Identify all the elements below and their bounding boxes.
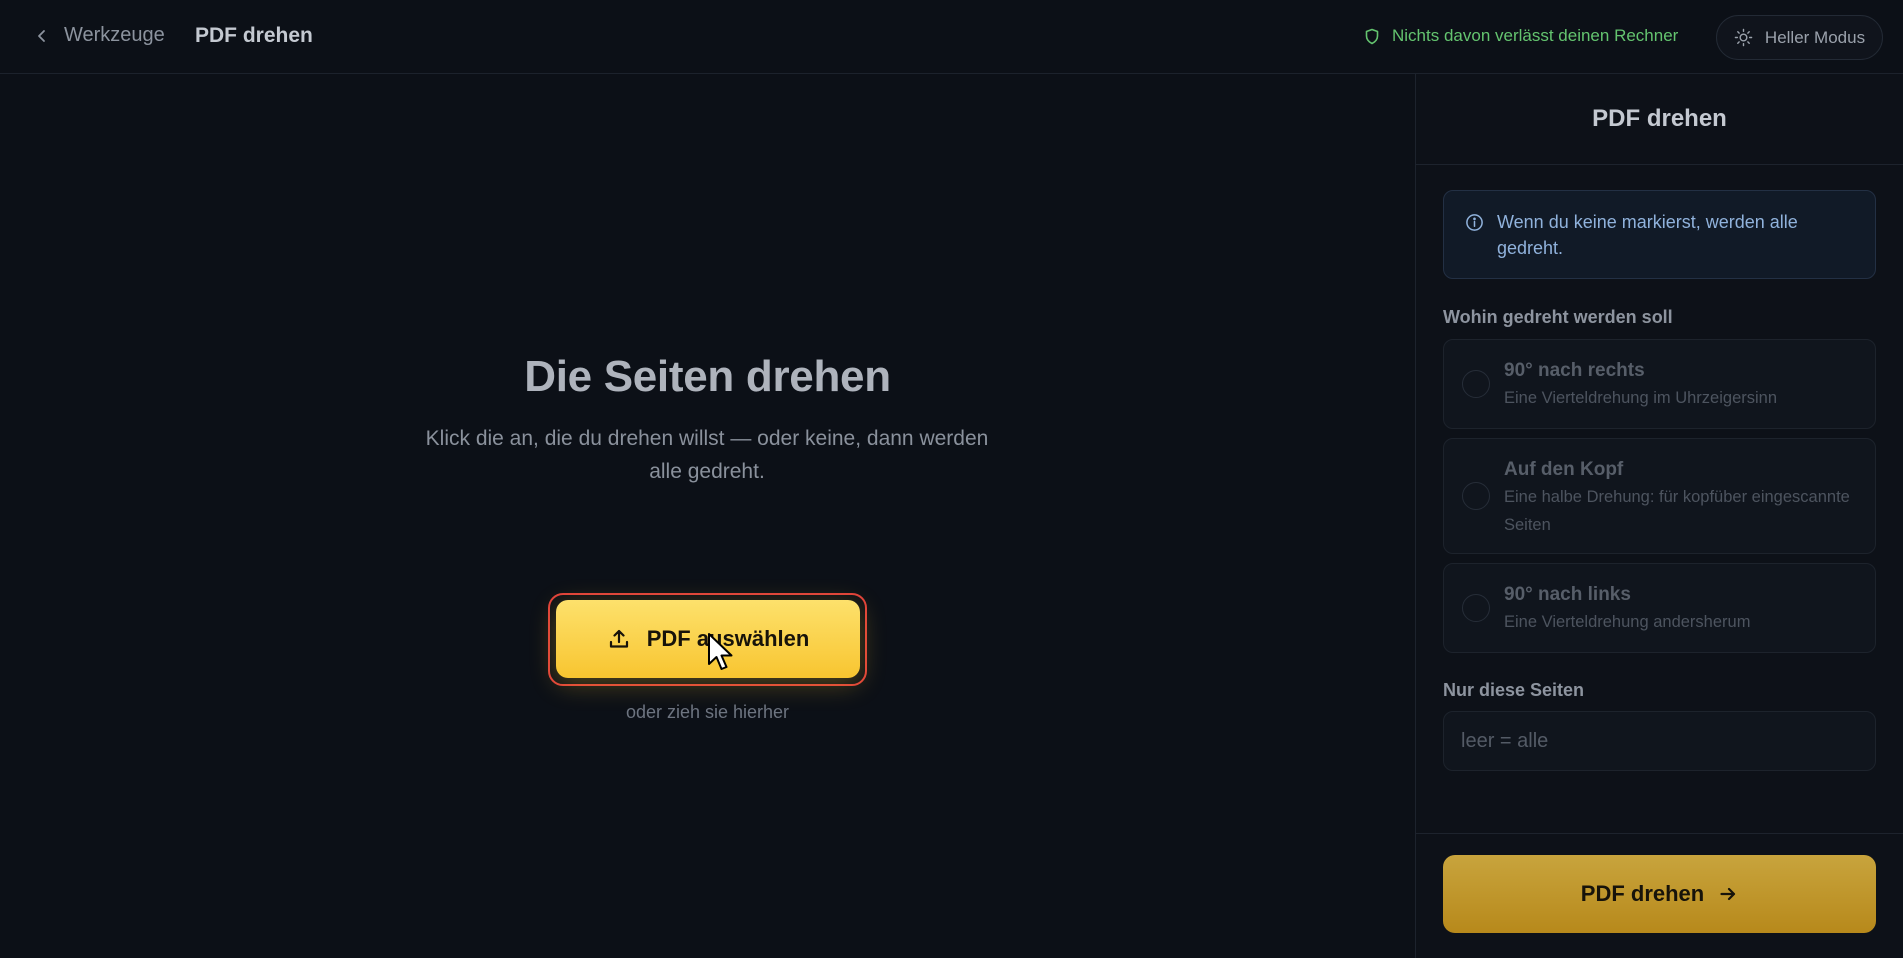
pages-label: Nur diese Seiten: [1443, 680, 1585, 700]
select-pdf-button[interactable]: PDF auswählen: [556, 600, 860, 678]
upload-area[interactable]: Die Seiten drehen Klick die an, die du d…: [0, 74, 1415, 958]
option-description: Eine halbe Drehung: für kopfüber eingesc…: [1504, 488, 1850, 534]
page-title: PDF drehen: [195, 24, 313, 47]
back-to-tools-link[interactable]: Werkzeuge: [34, 24, 165, 47]
sidebar-title: PDF drehen: [1416, 74, 1903, 165]
hero-subtitle: Klick die an, die du drehen willst — ode…: [425, 427, 989, 483]
privacy-note-text: Nichts davon verlässt deinen Rechner: [1392, 26, 1679, 45]
info-text: Wenn du keine markierst, werden alle ged…: [1497, 212, 1798, 258]
theme-toggle-button[interactable]: Heller Modus: [1716, 15, 1883, 60]
select-pdf-button-label: PDF auswählen: [646, 626, 810, 651]
chevron-left-icon: [38, 29, 45, 42]
option-title: Auf den Kopf: [1504, 459, 1624, 480]
info-box: Wenn du keine markierst, werden alle ged…: [1443, 190, 1876, 279]
privacy-note: Nichts davon verlässt deinen Rechner: [1364, 26, 1678, 46]
option-description: Eine Vierteldrehung im Uhrzeigersinn: [1504, 389, 1778, 407]
upload-icon: [609, 629, 628, 648]
radio-upside-down[interactable]: [1462, 482, 1490, 510]
rotate-pdf-button-label: PDF drehen: [1580, 881, 1705, 906]
option-title: 90° nach rechts: [1504, 360, 1645, 381]
arrow-right-icon: [1720, 887, 1736, 901]
rotate-pdf-button[interactable]: PDF drehen: [1443, 855, 1876, 933]
option-title: 90° nach links: [1504, 584, 1631, 605]
back-link-label: Werkzeuge: [64, 24, 165, 46]
option-rotate-left[interactable]: 90° nach links Eine Vierteldrehung ander…: [1443, 563, 1876, 653]
option-upside-down[interactable]: Auf den Kopf Eine halbe Drehung: für kop…: [1443, 438, 1876, 554]
theme-toggle-label: Heller Modus: [1764, 27, 1866, 47]
pages-input[interactable]: [1443, 711, 1876, 771]
direction-label: Wohin gedreht werden soll: [1443, 307, 1673, 327]
shield-icon: [1365, 28, 1379, 44]
option-description: Eine Vierteldrehung andersherum: [1504, 613, 1751, 631]
hero-title: Die Seiten drehen: [524, 352, 891, 401]
radio-rotate-right[interactable]: [1462, 370, 1490, 398]
radio-rotate-left[interactable]: [1462, 594, 1490, 622]
top-bar: Werkzeuge PDF drehen Nichts davon verläs…: [0, 0, 1903, 74]
sun-icon: [1734, 28, 1753, 47]
options-sidebar: PDF drehen Wenn du keine markierst, werd…: [1415, 74, 1903, 958]
drop-hint: oder zieh sie hierher: [625, 702, 790, 722]
info-icon: [1466, 214, 1483, 231]
option-rotate-right[interactable]: 90° nach rechts Eine Vierteldrehung im U…: [1443, 339, 1876, 429]
